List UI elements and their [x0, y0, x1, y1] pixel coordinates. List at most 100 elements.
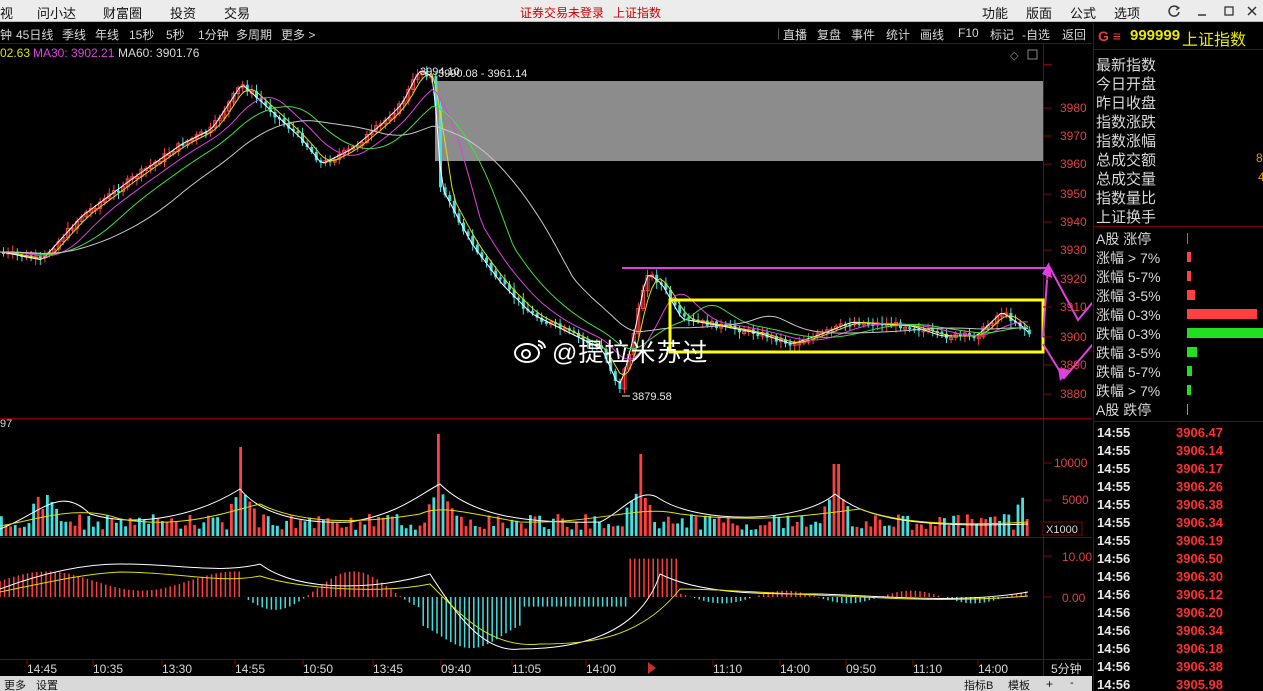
price-tick-3910: 3910 [1060, 300, 1087, 314]
tool-mark[interactable]: 标记 [990, 26, 1014, 43]
menu-function[interactable]: 功能 [982, 3, 1008, 22]
menu-trade[interactable]: 交易 [224, 3, 250, 22]
volume-bar [828, 499, 831, 536]
tool-f10[interactable]: F10 [958, 26, 979, 40]
volume-bar [726, 517, 730, 536]
tool-draw[interactable]: 画线 [920, 26, 944, 43]
volume-bar [759, 525, 762, 536]
volume-bar [193, 524, 196, 536]
volume-bar [234, 497, 238, 536]
volume-bar [625, 507, 629, 536]
period-tab-multi[interactable]: 多周期 [236, 26, 272, 43]
period-tab-more[interactable]: 更多 > [281, 26, 315, 43]
volume-bar [984, 519, 988, 536]
volume-bar [680, 518, 684, 536]
volume-bar [478, 526, 482, 536]
tick-price: 3906.34 [1176, 623, 1223, 638]
status-settings[interactable]: 设置 [36, 677, 58, 691]
status-more[interactable]: 更多 [4, 677, 26, 691]
login-warning[interactable]: 证券交易未登录 [520, 4, 604, 21]
volume-bar [446, 501, 449, 536]
volume-bar [772, 515, 776, 536]
tick-price: 3906.47 [1176, 425, 1223, 440]
time-tick: 14:00 [978, 662, 1008, 676]
tool-back[interactable]: 返回 [1062, 26, 1086, 43]
period-tab-quarter[interactable]: 季线 [62, 26, 86, 43]
period-tab-15s[interactable]: 15秒 [129, 26, 154, 43]
volume-bar [174, 521, 178, 536]
volume-bar [110, 518, 114, 536]
price-tick-3930: 3930 [1060, 243, 1087, 257]
minimize-icon[interactable] [1195, 4, 1209, 18]
tool-replay[interactable]: 复盘 [817, 26, 841, 43]
menu-view[interactable]: 视 [0, 3, 13, 22]
menu-options[interactable]: 选项 [1114, 3, 1140, 22]
volume-bar [220, 522, 224, 536]
tick-time: 14:56 [1097, 677, 1131, 691]
price-tick-3920: 3920 [1060, 272, 1087, 286]
tool-watchlist[interactable]: -自选 [1022, 26, 1050, 43]
period-tab-45day[interactable]: 45日线 [16, 26, 53, 43]
indicator-b[interactable]: 指标B [964, 677, 993, 691]
period-tab-day[interactable]: 钟 [0, 26, 12, 43]
volume-bar [294, 527, 298, 536]
status-minus[interactable]: - [1070, 677, 1074, 689]
tool-live[interactable]: 直播 [783, 26, 807, 43]
price-tick-3970: 3970 [1060, 129, 1087, 143]
ma60-legend: MA60: 3901.76 [118, 46, 200, 60]
volume-bar [579, 529, 583, 536]
menu-formula[interactable]: 公式 [1070, 3, 1096, 22]
quote-field-2: 昨日收盘 [1096, 95, 1157, 112]
menu-invest[interactable]: 投资 [170, 3, 196, 22]
volume-bar [432, 497, 436, 536]
volume-bar [409, 524, 413, 536]
quote-field-1: 今日开盘 [1096, 76, 1157, 93]
volume-bar [630, 500, 633, 536]
tick-time: 14:56 [1097, 569, 1131, 584]
volume-bar [418, 525, 422, 536]
tool-events[interactable]: 事件 [851, 26, 875, 43]
volume-bar [621, 526, 624, 536]
status-plus[interactable]: + [1046, 677, 1053, 691]
security-code[interactable]: 999999 [1130, 27, 1180, 44]
period-indicator[interactable]: 5分钟 [1051, 661, 1082, 676]
menu-wenxiaoda[interactable]: 问小达 [37, 3, 76, 22]
volume-bar [809, 524, 813, 536]
refresh-icon[interactable] [1167, 4, 1181, 18]
period-tab-year[interactable]: 年线 [95, 26, 119, 43]
volume-bar [519, 523, 523, 536]
volume-bar [188, 514, 192, 536]
volume-bar [910, 529, 914, 536]
period-tab-1min[interactable]: 1分钟 [198, 26, 229, 43]
volume-bar [906, 515, 909, 536]
time-tick: 11:10 [913, 662, 942, 676]
diamond-icon[interactable]: ◇ [1010, 50, 1019, 62]
volume-bar [41, 509, 45, 536]
volume-bar [818, 523, 822, 536]
volume-bar [841, 499, 845, 536]
tick-price: 3906.50 [1176, 551, 1223, 566]
tool-stats[interactable]: 统计 [886, 26, 910, 43]
volume-bar [763, 525, 767, 536]
menu-layout[interactable]: 版面 [1026, 3, 1052, 22]
volume-bar [18, 527, 22, 536]
period-tab-5s[interactable]: 5秒 [166, 26, 185, 43]
template[interactable]: 模板 [1008, 677, 1030, 691]
tick-time: 14:56 [1097, 641, 1131, 656]
volume-bar [69, 521, 72, 536]
breadth-bar-0 [1187, 233, 1188, 244]
breadth-label-6: 跌幅 3-5% [1096, 345, 1161, 361]
maximize-icon[interactable] [1222, 4, 1236, 18]
tick-time: 14:55 [1097, 515, 1131, 530]
volume-bar [133, 524, 137, 536]
volume-bar [211, 517, 215, 536]
quote-field-4: 指数涨幅 [1096, 133, 1157, 150]
candle-down [756, 333, 760, 337]
menu-caifuquan[interactable]: 财富圈 [103, 3, 142, 22]
close-icon[interactable] [1245, 4, 1259, 18]
tick-time: 14:56 [1097, 623, 1131, 638]
quote-field-7: 指数量比 [1096, 190, 1157, 207]
quote-field-8: 上证换手 [1096, 209, 1157, 226]
tick-price: 3906.20 [1176, 605, 1223, 620]
volume-bar [837, 464, 840, 536]
